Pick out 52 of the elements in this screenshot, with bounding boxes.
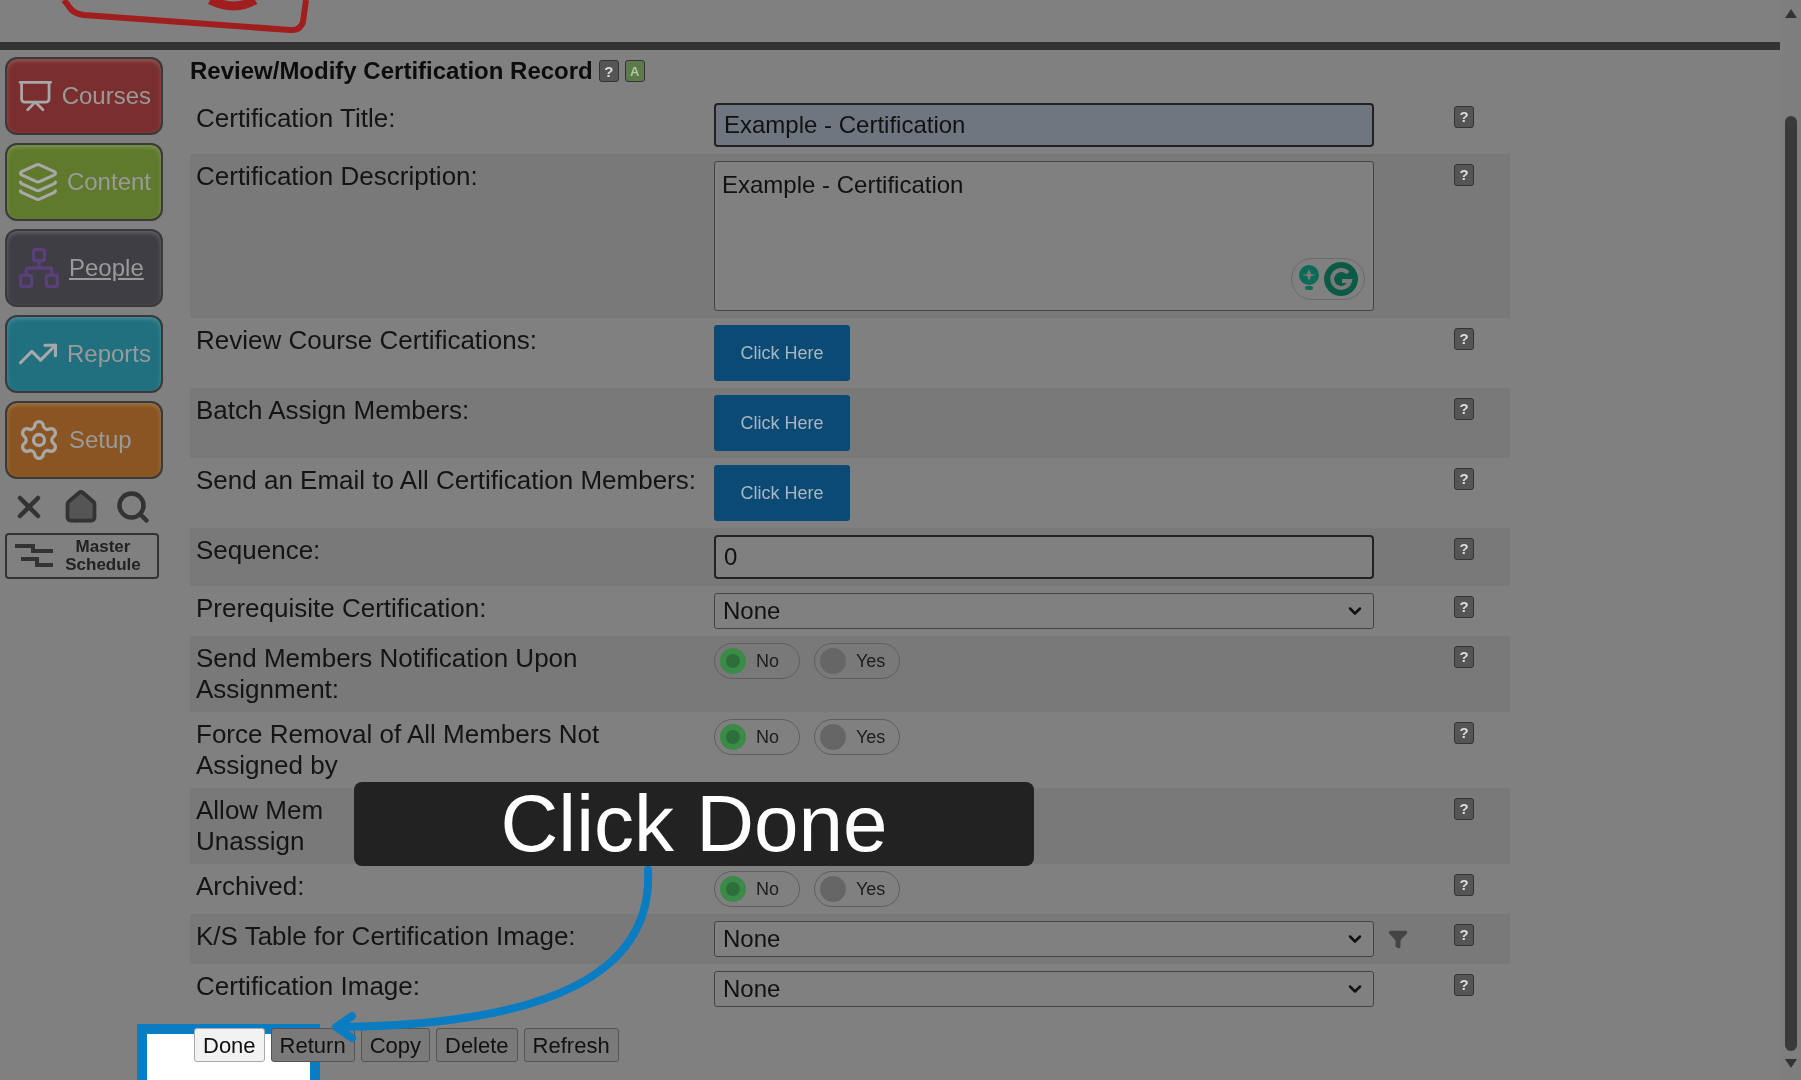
search-icon[interactable] — [115, 489, 151, 525]
help-icon[interactable]: ? — [1454, 105, 1474, 128]
field-label: Force Removal of All Members Not Assigned by — [196, 719, 600, 781]
help-icon[interactable]: ? — [1454, 595, 1474, 618]
form-button[interactable]: Refresh — [523, 1028, 619, 1062]
text-field[interactable]: 0 — [714, 535, 1374, 579]
page-title: Review/Modify Certification Record — [190, 56, 593, 86]
field-label: Certification Image: — [196, 971, 420, 1002]
help-icon[interactable]: ? — [1454, 923, 1474, 946]
help-icon[interactable]: ? — [1454, 797, 1474, 820]
field-label: Batch Assign Members: — [196, 395, 470, 426]
filter-icon[interactable] — [1388, 929, 1408, 949]
select-field[interactable]: None — [714, 921, 1374, 957]
badge-icon[interactable]: A — [624, 60, 645, 82]
select-field[interactable]: None — [714, 971, 1374, 1007]
help-icon[interactable]: ? — [1454, 467, 1474, 490]
description-field[interactable]: Example - Certification — [714, 161, 1374, 311]
help-icon[interactable]: ? — [1454, 873, 1474, 896]
people-icon — [17, 246, 61, 290]
field-label: Certification Description: — [196, 161, 478, 192]
click-here-button[interactable]: Click Here — [714, 465, 850, 521]
help-icon[interactable]: ? — [598, 60, 619, 82]
help-icon[interactable]: ? — [1454, 163, 1474, 186]
click-here-button[interactable]: Click Here — [714, 395, 850, 451]
field-label: Sequence: — [196, 535, 321, 566]
field-label: Allow Mem Unassign — [196, 795, 324, 857]
master-schedule-button[interactable]: Master Schedule — [5, 533, 159, 579]
callout-banner: Click Done — [354, 782, 1034, 866]
form-button[interactable]: Done — [194, 1028, 265, 1062]
form-button[interactable]: Delete — [436, 1028, 518, 1062]
help-icon[interactable]: ? — [1454, 327, 1474, 350]
help-icon[interactable]: ? — [1454, 721, 1474, 744]
nav-button[interactable]: People — [5, 229, 163, 307]
click-here-button[interactable]: Click Here — [714, 325, 850, 381]
field-label: Review Course Certifications: — [196, 325, 537, 356]
field-label: K/S Table for Certification Image: — [196, 921, 576, 952]
content-icon — [17, 160, 59, 204]
form-button[interactable]: Copy — [360, 1028, 430, 1062]
field-label: Send Members Notification Upon Assignment: — [196, 643, 579, 705]
form-button[interactable]: Return — [270, 1028, 355, 1062]
help-icon[interactable]: ? — [1454, 537, 1474, 560]
field-label: Certification Title: — [196, 103, 396, 134]
field-label: Archived: — [196, 871, 305, 902]
help-icon[interactable]: ? — [1454, 973, 1474, 996]
text-field[interactable]: Example - Certification — [714, 103, 1374, 147]
help-icon[interactable]: ? — [1454, 645, 1474, 668]
nav-button[interactable]: Courses — [5, 57, 163, 135]
help-icon[interactable]: ? — [1454, 397, 1474, 420]
home-icon[interactable] — [63, 489, 99, 525]
field-label: Send an Email to All Certification Members: — [196, 465, 696, 496]
select-field[interactable]: None — [714, 593, 1374, 629]
field-label: Prerequisite Certification: — [196, 593, 487, 624]
